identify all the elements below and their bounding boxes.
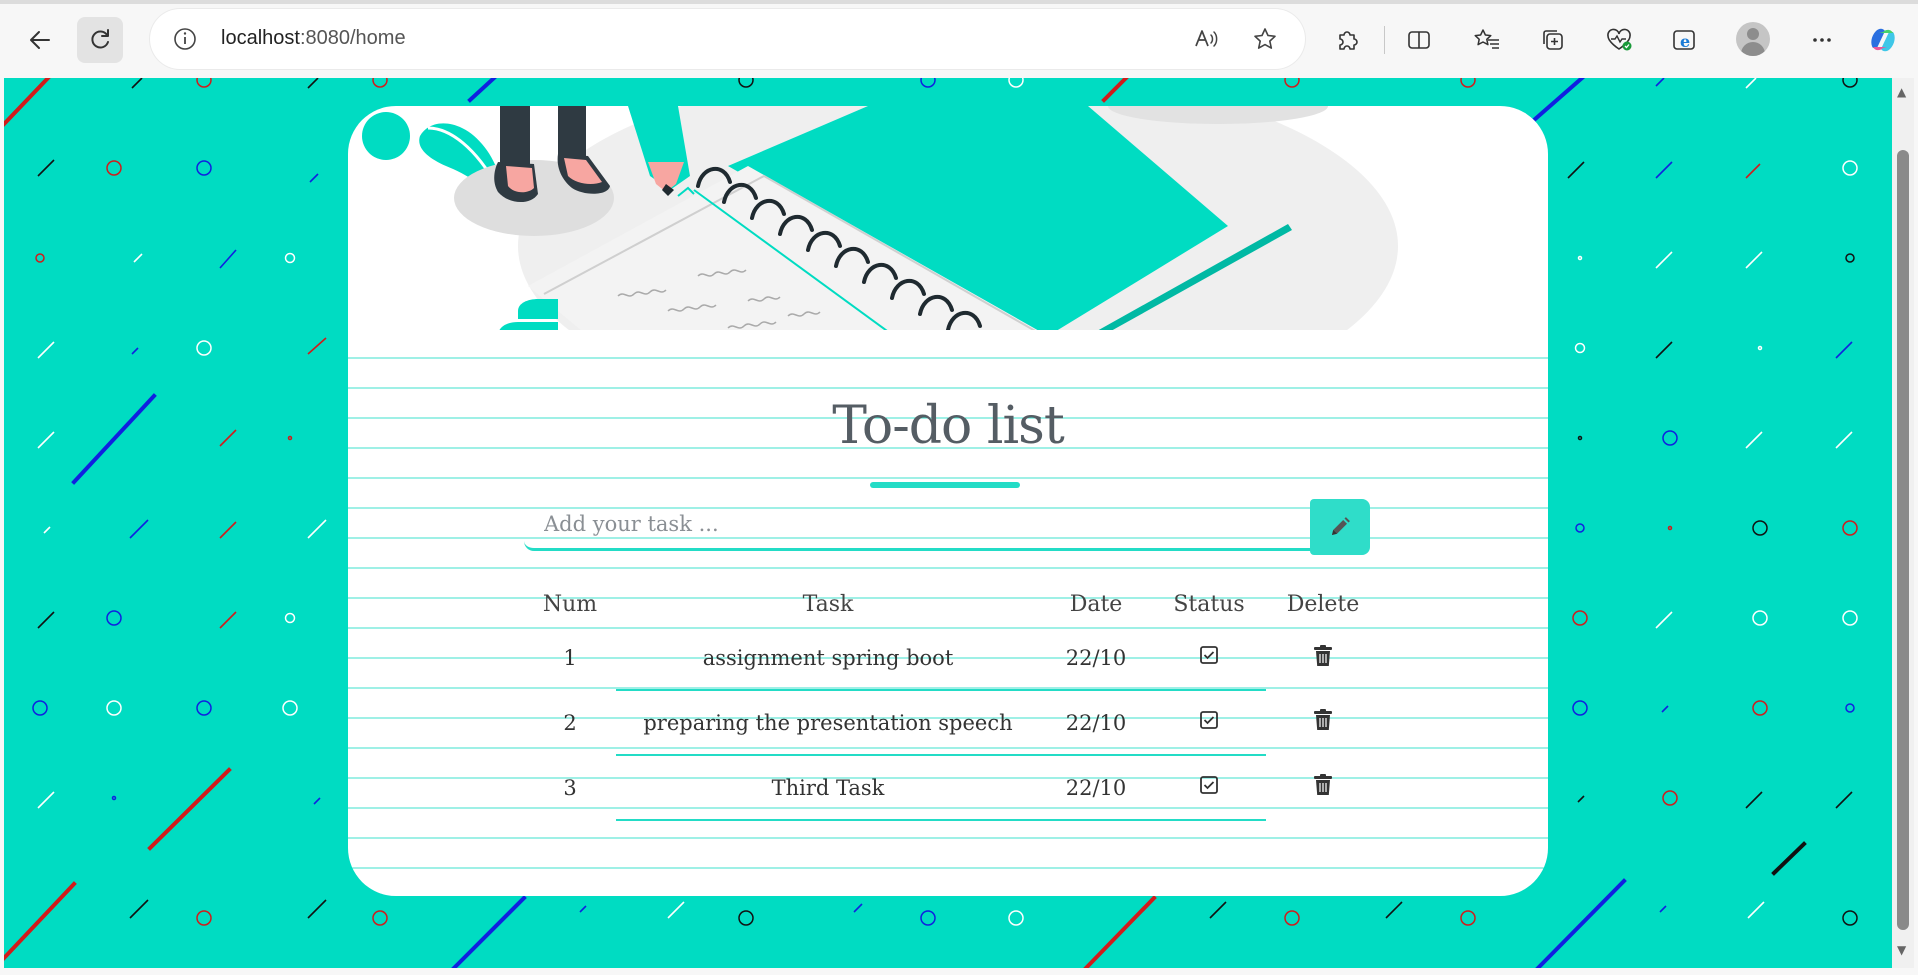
table-row: 2 preparing the presentation speech 22/1… (524, 690, 1380, 756)
table-header-row: Num Task Date Status Delete (524, 582, 1380, 626)
header-status: Status (1173, 591, 1245, 617)
back-button[interactable] (17, 17, 63, 63)
task-input[interactable] (524, 499, 1314, 551)
task-date: 22/10 (1040, 690, 1152, 756)
browser-essentials-button[interactable] (1599, 20, 1639, 60)
info-icon[interactable] (172, 26, 198, 56)
checkbox-checked-icon[interactable] (1199, 645, 1219, 665)
trash-icon[interactable] (1313, 774, 1333, 796)
scroll-up-arrow-icon[interactable]: ▲ (1897, 86, 1906, 98)
address-bar[interactable]: localhost:8080/home (150, 9, 1305, 69)
task-num: 1 (563, 646, 577, 670)
todo-card: To-do list Num Task Date Status Delete 1 (348, 106, 1548, 896)
ie-mode-icon: e (1673, 30, 1695, 51)
task-delete-cell (1266, 626, 1380, 690)
vertical-scrollbar[interactable]: ▲ ▼ (1892, 78, 1914, 968)
checkbox-checked-icon[interactable] (1199, 710, 1219, 730)
task-date: 22/10 (1040, 626, 1152, 691)
toolbar-divider (1384, 26, 1385, 54)
split-screen-icon (1408, 31, 1430, 49)
page-title: To-do list (832, 396, 1065, 456)
profile-avatar[interactable] (1736, 22, 1770, 56)
task-text: Third Task (616, 755, 1040, 821)
task-status-cell (1152, 690, 1266, 756)
refresh-icon (91, 29, 109, 49)
header-date: Date (1069, 591, 1123, 617)
extensions-button[interactable] (1327, 20, 1367, 60)
copilot-icon (1871, 28, 1895, 52)
trash-icon[interactable] (1313, 644, 1333, 667)
title-underline (870, 482, 1020, 488)
browser-essentials-icon (1607, 28, 1632, 51)
back-arrow-icon (30, 31, 50, 49)
task-delete-cell (1266, 690, 1380, 755)
table-row: 3 Third Task 22/10 (524, 755, 1380, 821)
task-status-cell (1152, 755, 1266, 821)
checkbox-checked-icon[interactable] (1199, 775, 1219, 795)
task-text: assignment spring boot (616, 626, 1040, 691)
scroll-down-arrow-icon[interactable]: ▼ (1897, 944, 1906, 956)
url-path: :8080/home (299, 27, 406, 49)
collections-button[interactable] (1533, 20, 1573, 60)
more-button[interactable] (1802, 20, 1842, 60)
avatar-head (1747, 28, 1759, 40)
refresh-button[interactable] (77, 17, 123, 63)
scrollbar-thumb[interactable] (1897, 150, 1909, 930)
puzzle-icon (1339, 31, 1358, 50)
header-delete: Delete (1286, 591, 1360, 617)
task-status-cell (1152, 626, 1266, 691)
header-num: Num (542, 591, 598, 617)
task-text: preparing the presentation speech (616, 690, 1040, 756)
pencil-icon (1332, 517, 1350, 535)
favorites-button[interactable] (1467, 20, 1507, 60)
ie-mode-button[interactable]: e (1665, 20, 1705, 60)
add-task-button[interactable] (1310, 499, 1370, 555)
svg-text:e: e (1680, 32, 1690, 51)
read-aloud-icon[interactable] (1192, 26, 1220, 56)
task-num: 2 (563, 710, 577, 735)
header-task: Task (802, 591, 854, 617)
avatar-body (1741, 42, 1765, 56)
task-num: 3 (563, 775, 577, 800)
url-host: localhost (221, 27, 300, 49)
url-text[interactable]: localhost:8080/home (221, 27, 406, 50)
more-dots-icon (1813, 38, 1831, 42)
favorites-list-icon (1474, 29, 1499, 49)
split-screen-button[interactable] (1399, 20, 1439, 60)
notebook-illustration (362, 106, 1398, 330)
tab-strip-edge (0, 0, 1918, 4)
trash-icon[interactable] (1313, 709, 1333, 731)
page-viewport: To-do list Num Task Date Status Delete 1 (4, 78, 1892, 968)
star-icon[interactable] (1252, 26, 1278, 56)
task-delete-cell (1266, 755, 1380, 820)
task-date: 22/10 (1040, 755, 1152, 821)
collections-icon (1543, 30, 1563, 50)
copilot-button[interactable] (1863, 20, 1903, 60)
add-task-form (524, 499, 1370, 555)
tasks-table: Num Task Date Status Delete 1 assignment… (524, 582, 1380, 821)
browser-toolbar: localhost:8080/home e (0, 0, 1918, 78)
table-row: 1 assignment spring boot 22/10 (524, 626, 1380, 691)
